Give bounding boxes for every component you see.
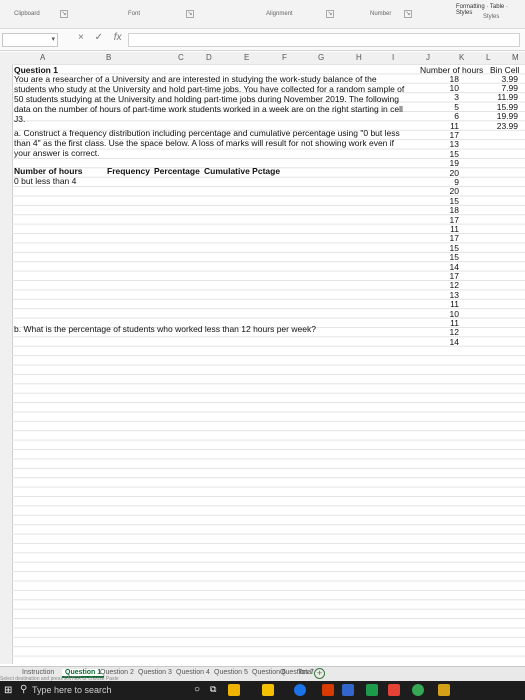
tab-total[interactable]: Total xyxy=(298,669,313,676)
worksheet-grid[interactable]: Question 1 You are a researcher of a Uni… xyxy=(12,64,525,664)
question-paragraph-line: J3. xyxy=(14,114,26,124)
file-explorer-icon[interactable] xyxy=(228,684,240,696)
clipboard-launcher-icon[interactable]: ↘ xyxy=(60,10,68,18)
alignment-group-label: Alignment xyxy=(266,11,293,17)
name-box[interactable]: ▾ xyxy=(2,33,58,47)
enter-icon[interactable]: ✓ xyxy=(95,32,103,43)
formula-input[interactable] xyxy=(128,33,520,47)
insert-function-icon[interactable]: fx xyxy=(114,32,122,43)
tab-question-2[interactable]: Question 2 xyxy=(100,669,134,676)
question-paragraph-line: 50 students studying at the University a… xyxy=(14,94,399,104)
question-paragraph-line: You are a researcher of a University and… xyxy=(14,74,377,84)
styles-group-label: Styles xyxy=(483,14,500,20)
store-icon[interactable] xyxy=(438,684,450,696)
part-a-line: than 4" as the first class. Use the spac… xyxy=(14,138,395,148)
formula-bar: ▾ × ✓ fx xyxy=(0,30,525,51)
part-a-line: your answer is correct. xyxy=(14,148,100,158)
number-group-label: Number xyxy=(370,11,392,17)
table-header-cumulative: Cumulative Pctage xyxy=(204,166,281,176)
question-paragraph-line: data on the number of hours of part-time… xyxy=(14,104,403,114)
column-header-b[interactable]: B xyxy=(106,53,111,62)
tab-instruction[interactable]: Instruction xyxy=(22,669,54,676)
search-icon: ⚲ xyxy=(20,684,28,695)
column-header-j[interactable]: J xyxy=(426,53,430,62)
windows-start-icon[interactable]: ⊞ xyxy=(4,685,12,696)
part-a-line: a. Construct a frequency distribution in… xyxy=(14,128,400,138)
cancel-icon[interactable]: × xyxy=(78,32,84,43)
tab-question-3[interactable]: Question 3 xyxy=(138,669,172,676)
column-header-h[interactable]: H xyxy=(356,53,362,62)
chrome-icon[interactable] xyxy=(412,684,424,696)
font-launcher-icon[interactable]: ↘ xyxy=(186,10,194,18)
font-group-label: Font xyxy=(128,11,141,17)
tab-question-4[interactable]: Question 4 xyxy=(176,669,210,676)
table-header-frequency: Frequency xyxy=(107,166,150,176)
formula-bar-icons: × ✓ fx xyxy=(78,32,130,43)
chevron-down-icon[interactable]: ▾ xyxy=(51,35,55,43)
question-paragraph-line: students who study at the University and… xyxy=(14,84,405,94)
folder-icon[interactable] xyxy=(262,684,274,696)
table-header-percentage: Percentage xyxy=(154,166,200,176)
add-sheet-icon[interactable]: + xyxy=(314,668,325,679)
column-header-k[interactable]: K xyxy=(459,53,464,62)
column-header-d[interactable]: D xyxy=(206,53,212,62)
clipboard-group-label: Clipboard xyxy=(14,11,40,17)
column-header-g[interactable]: G xyxy=(318,53,324,62)
hours-value: 14 xyxy=(449,336,459,347)
task-view-icon[interactable]: ⧉ xyxy=(210,684,216,695)
bin-value: 23.99 xyxy=(496,120,518,131)
part-b-text: b. What is the percentage of students wh… xyxy=(14,324,316,334)
table-header-hours: Number of hours xyxy=(14,166,83,176)
number-launcher-icon[interactable]: ↘ xyxy=(404,10,412,18)
browser-icon[interactable] xyxy=(294,684,306,696)
first-class-label: 0 but less than 4 xyxy=(14,176,77,186)
column-header-m[interactable]: M xyxy=(512,53,519,62)
column-header-l[interactable]: L xyxy=(486,53,490,62)
cortana-icon[interactable]: ○ xyxy=(194,684,200,695)
tab-question-5[interactable]: Question 5 xyxy=(214,669,248,676)
alignment-launcher-icon[interactable]: ↘ xyxy=(326,10,334,18)
column-header-f[interactable]: F xyxy=(282,53,287,62)
column-header-i[interactable]: I xyxy=(392,53,394,62)
taskbar-search-input[interactable]: Type here to search xyxy=(32,683,150,697)
powerpoint-icon[interactable] xyxy=(388,684,400,696)
excel-icon[interactable] xyxy=(366,684,378,696)
column-header-c[interactable]: C xyxy=(178,53,184,62)
column-header-a[interactable]: A xyxy=(40,53,45,62)
taskbar: ⊞ ⚲ Type here to search ○ ⧉ xyxy=(0,681,525,700)
app-icon[interactable] xyxy=(322,684,334,696)
ribbon: Clipboard ↘ Font ↘ Alignment ↘ Number ↘ … xyxy=(0,0,525,29)
word-icon[interactable] xyxy=(342,684,354,696)
column-header-e[interactable]: E xyxy=(244,53,249,62)
